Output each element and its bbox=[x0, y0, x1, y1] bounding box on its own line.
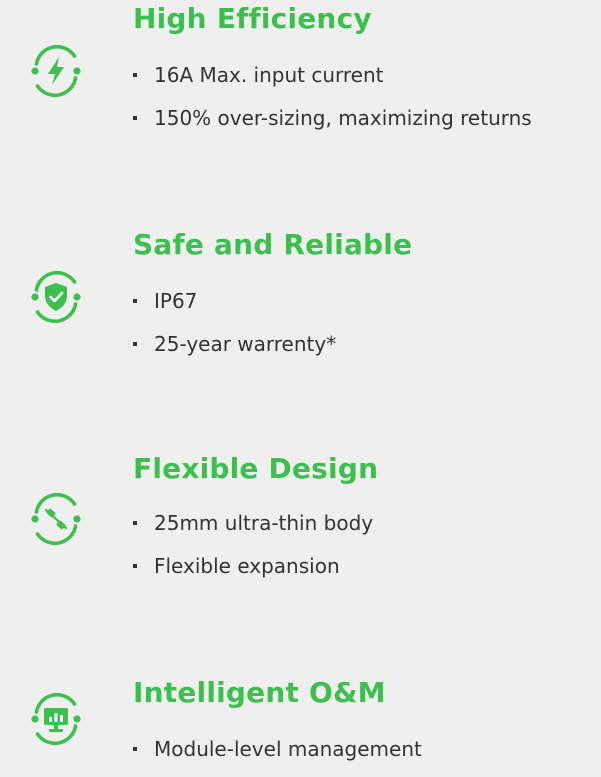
flexible-connector-icon bbox=[25, 488, 87, 550]
list-item: 16A Max. input current bbox=[128, 60, 532, 103]
bullet-list: 16A Max. input current 150% over-sizing,… bbox=[128, 60, 532, 146]
bullet-dot bbox=[133, 342, 137, 346]
bullet-dot bbox=[133, 116, 137, 120]
bullet-list: IP67 25-year warrenty* bbox=[128, 286, 336, 372]
bullet-text: 16A Max. input current bbox=[154, 63, 384, 87]
bullet-text: Flexible expansion bbox=[154, 554, 340, 578]
feature-title: High Efficiency bbox=[133, 2, 372, 35]
bullet-dot bbox=[133, 73, 137, 77]
bullet-dot bbox=[133, 521, 137, 525]
list-item: Flexible expansion bbox=[128, 551, 373, 594]
lightning-bolt-icon bbox=[25, 40, 87, 102]
feature-title: Flexible Design bbox=[133, 452, 379, 485]
bullet-dot bbox=[133, 299, 137, 303]
list-item: IP67 bbox=[128, 286, 336, 329]
bullet-dot bbox=[133, 564, 137, 568]
list-item: 25mm ultra-thin body bbox=[128, 508, 373, 551]
feature-title: Safe and Reliable bbox=[133, 228, 413, 261]
bullet-text: IP67 bbox=[154, 289, 198, 313]
bullet-dot bbox=[133, 747, 137, 751]
list-item: 25-year warrenty* bbox=[128, 329, 336, 372]
shield-check-icon bbox=[25, 266, 87, 328]
bullet-text: Module-level management bbox=[154, 737, 422, 761]
feature-title: Intelligent O&M bbox=[133, 676, 386, 709]
list-item: Module-level management bbox=[128, 734, 422, 777]
monitor-chart-icon bbox=[25, 688, 87, 750]
bullet-text: 25mm ultra-thin body bbox=[154, 511, 374, 535]
list-item: 150% over-sizing, maximizing returns bbox=[128, 103, 532, 146]
bullet-text: 25-year warrenty* bbox=[154, 332, 337, 356]
bullet-list: 25mm ultra-thin body Flexible expansion bbox=[128, 508, 373, 594]
bullet-list: Module-level management bbox=[128, 734, 422, 777]
bullet-text: 150% over-sizing, maximizing returns bbox=[154, 106, 532, 130]
